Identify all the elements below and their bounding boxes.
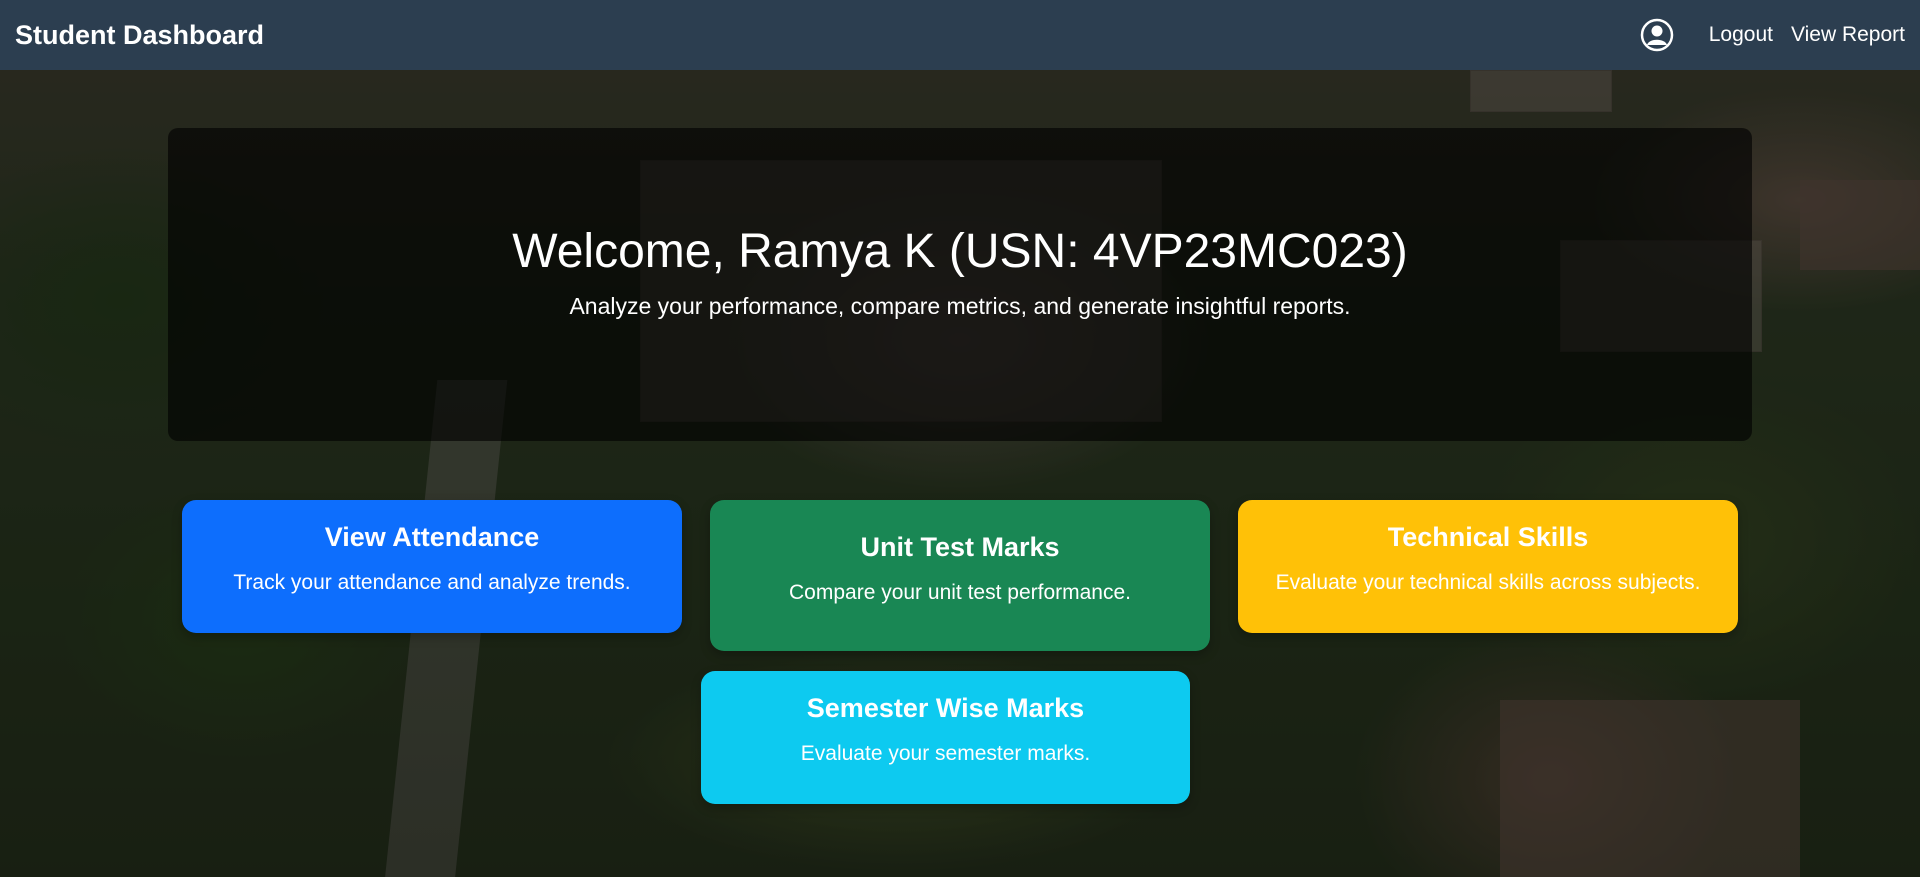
brand-title: Student Dashboard [15, 19, 265, 50]
top-navbar: Student Dashboard Logout View Report [0, 0, 1920, 70]
welcome-panel: Welcome, Ramya K (USN: 4VP23MC023) Analy… [168, 128, 1752, 441]
welcome-subtitle: Analyze your performance, compare metric… [569, 293, 1351, 319]
semester-wise-marks-card[interactable]: Semester Wise Marks Evaluate your semest… [701, 671, 1190, 804]
card-title: Unit Test Marks [860, 532, 1060, 562]
card-description: Evaluate your technical skills across su… [1275, 571, 1701, 594]
card-description: Compare your unit test performance. [789, 581, 1131, 604]
view-report-link[interactable]: View Report [1791, 23, 1905, 47]
user-circle-icon[interactable] [1640, 18, 1674, 52]
view-attendance-card[interactable]: View Attendance Track your attendance an… [182, 500, 682, 633]
logout-link[interactable]: Logout [1709, 23, 1773, 47]
student-dashboard-page: Student Dashboard Logout View Report Wel… [0, 0, 1920, 877]
card-title: View Attendance [324, 522, 540, 552]
technical-skills-card[interactable]: Technical Skills Evaluate your technical… [1238, 500, 1738, 633]
welcome-title: Welcome, Ramya K (USN: 4VP23MC023) [512, 225, 1408, 278]
card-description: Evaluate your semester marks. [800, 742, 1091, 765]
navbar-actions: Logout View Report [1640, 18, 1905, 52]
unit-test-marks-card[interactable]: Unit Test Marks Compare your unit test p… [710, 500, 1210, 651]
card-title: Technical Skills [1387, 522, 1589, 552]
card-description: Track your attendance and analyze trends… [233, 571, 631, 594]
card-title: Semester Wise Marks [806, 693, 1085, 723]
